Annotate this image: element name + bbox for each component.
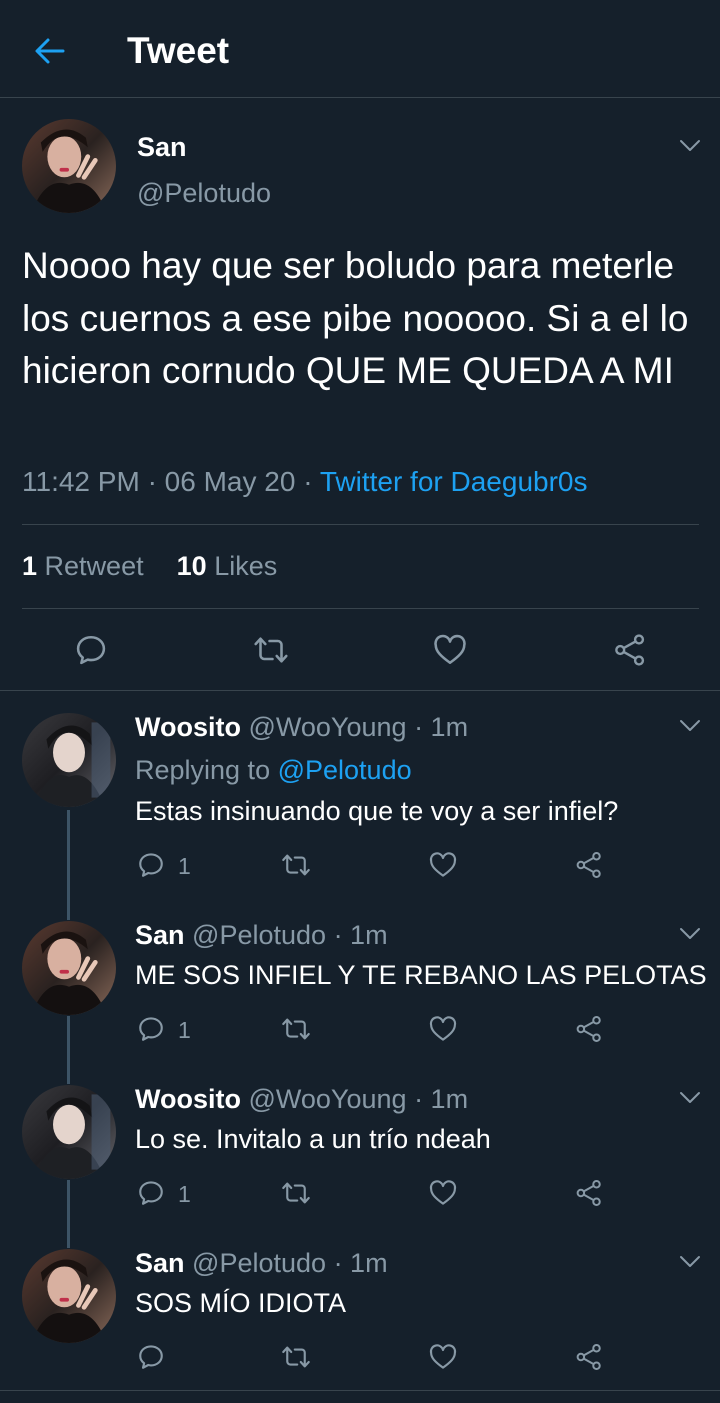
reply-icon[interactable] [136,1342,166,1372]
like-icon[interactable] [428,1014,458,1044]
tweet-date: 06 May 20 [164,466,296,497]
avatar[interactable] [22,119,116,213]
reply-text: Lo se. Invitalo a un trío ndeah [135,1124,491,1154]
author-name[interactable]: Woosito [135,1084,241,1114]
top-bar: Tweet [0,0,720,98]
author-handle[interactable]: @Pelotudo [192,920,326,950]
retweets-count: 1 [22,551,38,581]
author-name[interactable]: San [137,132,187,163]
retweet-icon[interactable] [280,1342,312,1372]
reply-text: SOS MÍO IDIOTA [135,1288,347,1318]
reply-header: Woosito @WooYoung · 1m [135,712,468,743]
thread-line [67,1180,70,1248]
reply-icon[interactable] [73,632,109,668]
author-name[interactable]: San [135,1248,185,1278]
likes-label: Likes [214,551,278,581]
retweet-icon[interactable] [280,1014,312,1044]
avatar[interactable] [22,713,116,807]
chevron-down-icon[interactable] [679,139,701,153]
reply-header: San @Pelotudo · 1m [135,920,388,951]
share-icon[interactable] [612,632,648,668]
reply-header: Woosito @WooYoung · 1m [135,1084,468,1115]
retweets-stat[interactable]: 1 Retweet [22,551,144,581]
reply-count: 1 [178,1181,191,1207]
author-handle[interactable]: @WooYoung [249,712,407,742]
divider [0,690,720,691]
thread-line [67,1016,70,1084]
chevron-down-icon[interactable] [679,719,701,733]
meta-dot: · [303,466,313,497]
likes-stat[interactable]: 10 Likes [177,551,278,581]
avatar[interactable] [22,1085,116,1179]
author-name[interactable]: Woosito [135,712,241,742]
share-icon[interactable] [574,1178,604,1208]
reply-icon[interactable] [136,1014,166,1044]
page-title: Tweet [127,30,230,71]
reply-time: · 1m [414,712,469,742]
chevron-down-icon[interactable] [679,927,701,941]
like-icon[interactable] [428,1342,458,1372]
chevron-down-icon[interactable] [679,1091,701,1105]
retweet-icon[interactable] [280,1178,312,1208]
reply-text: Estas insinuando que te voy a ser infiel… [135,796,619,826]
reply-icon[interactable] [136,1178,166,1208]
likes-count: 10 [176,551,207,581]
divider [22,608,699,609]
back-arrow-icon[interactable] [30,31,70,71]
reply-time: · 1m [414,1084,469,1114]
like-icon[interactable] [428,1178,458,1208]
reply-time: · 1m [333,1248,388,1278]
reply-text: ME SOS INFIEL Y TE REBANO LAS PELOTAS [135,960,707,990]
like-icon[interactable] [428,850,458,880]
tweet-stats: 1 Retweet 10 Likes [22,551,277,582]
replying-to-link[interactable]: @Pelotudo [278,755,412,785]
avatar[interactable] [22,921,116,1015]
divider [22,524,699,525]
retweet-icon[interactable] [252,632,290,668]
share-icon[interactable] [574,1342,604,1372]
like-icon[interactable] [432,632,468,668]
replying-prefix: Replying to [135,755,271,785]
thread-line [67,810,70,920]
replying-to: Replying to @Pelotudo [135,755,412,786]
share-icon[interactable] [574,1014,604,1044]
tweet-time: 11:42 PM [22,466,140,497]
author-name[interactable]: San [135,920,185,950]
reply-count: 1 [178,1017,191,1043]
chevron-down-icon[interactable] [679,1255,701,1269]
reply-time: · 1m [333,920,388,950]
reply-count: 1 [178,853,191,879]
retweets-label: Retweet [44,551,144,581]
author-handle[interactable]: @Pelotudo [192,1248,326,1278]
author-handle[interactable]: @WooYoung [249,1084,407,1114]
share-icon[interactable] [574,850,604,880]
tweet-text: Noooo hay que ser boludo para meterle lo… [22,245,689,391]
tweet-meta: 11:42 PM · 06 May 20 · Twitter for Daegu… [22,466,587,498]
retweet-icon[interactable] [280,850,312,880]
avatar[interactable] [22,1249,116,1343]
tweet-source-link[interactable]: Twitter for Daegubr0s [320,466,588,497]
meta-dot: · [147,466,157,497]
reply-header: San @Pelotudo · 1m [135,1248,388,1279]
reply-icon[interactable] [136,850,166,880]
divider [0,1390,720,1391]
author-handle[interactable]: @Pelotudo [137,178,271,209]
